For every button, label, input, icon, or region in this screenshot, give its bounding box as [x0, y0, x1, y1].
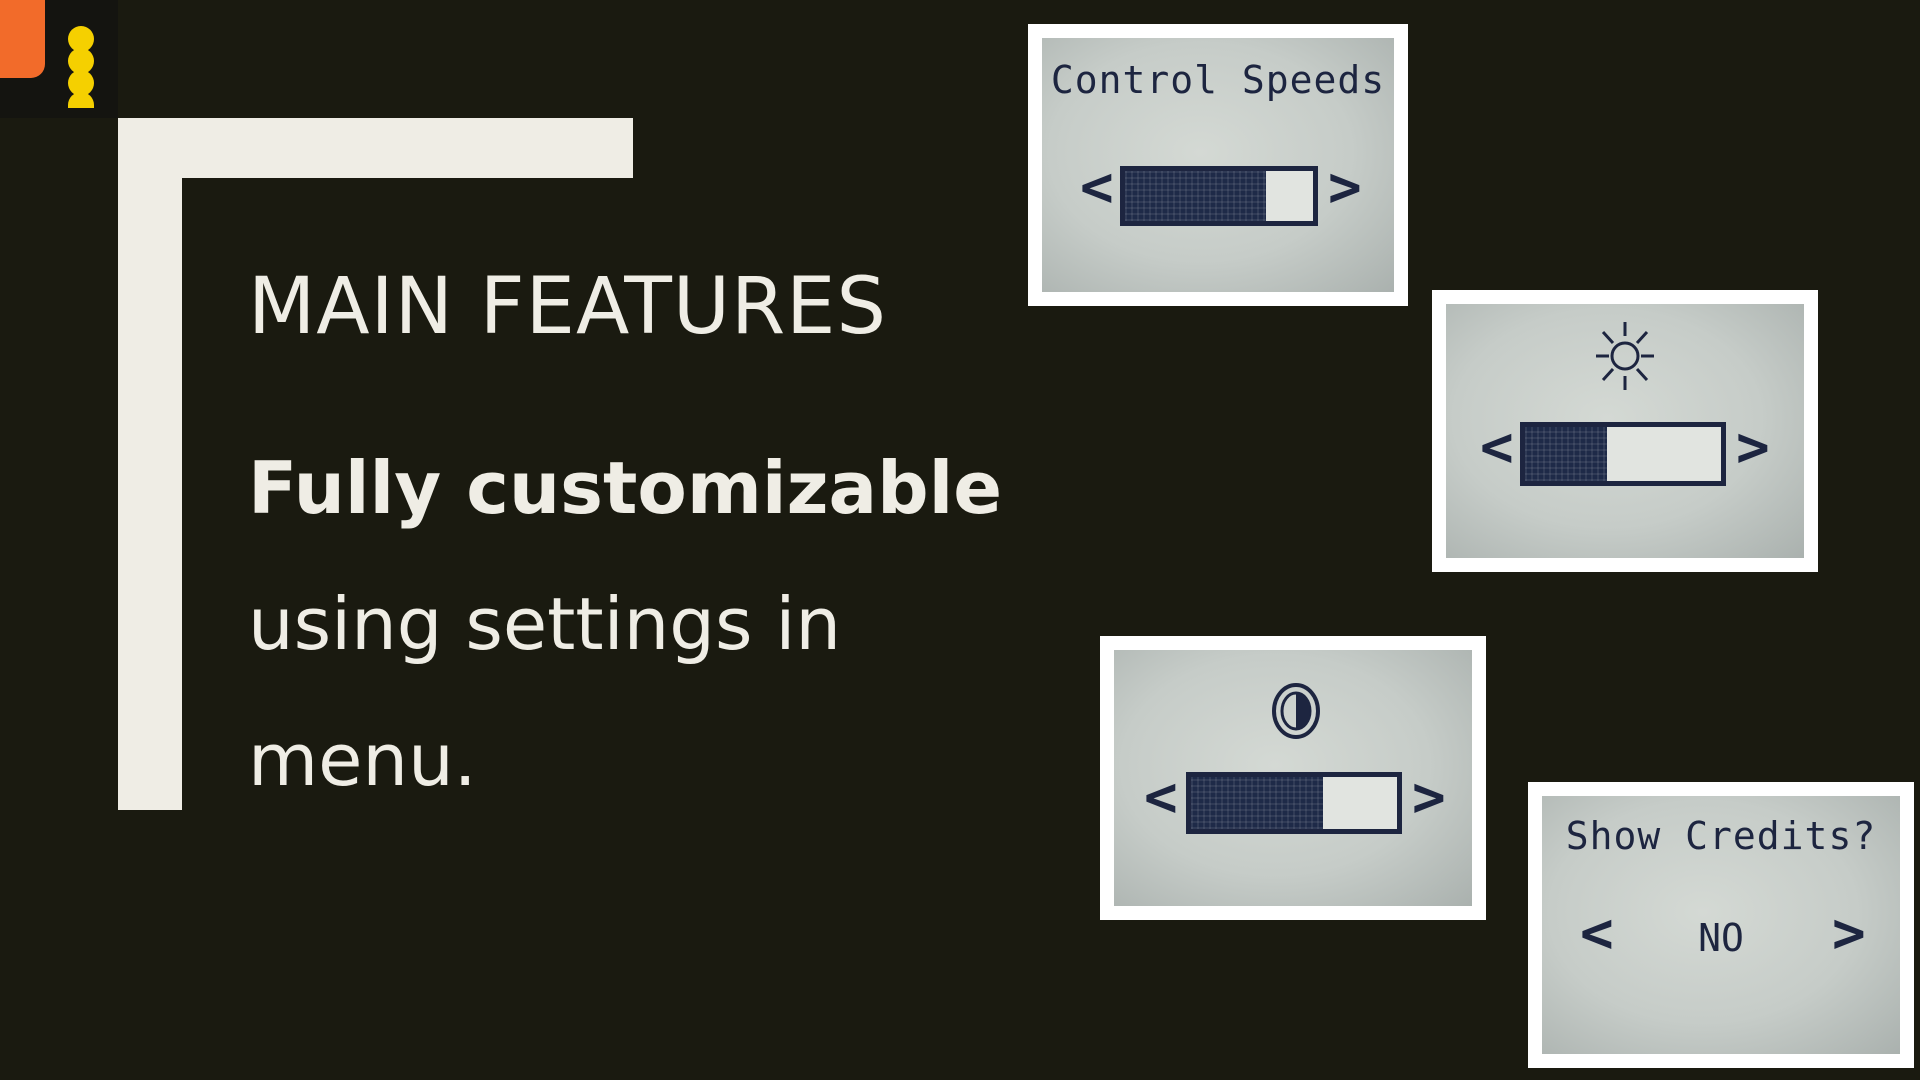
- sun-icon: [1596, 322, 1654, 390]
- logo: [0, 0, 118, 118]
- frame-top-bar: [118, 118, 633, 178]
- right-arrow-icon: >: [1328, 155, 1362, 220]
- body-line-2: menu.: [248, 718, 477, 802]
- slide-title: MAIN FEATURES: [248, 262, 887, 352]
- photo-control-speeds: Control Speeds < >: [1028, 24, 1408, 306]
- lcd-title: Control Speeds: [1050, 58, 1386, 102]
- left-arrow-icon: <: [1480, 415, 1514, 480]
- left-arrow-icon: <: [1080, 155, 1114, 220]
- photo-brightness: < >: [1432, 290, 1818, 572]
- left-arrow-icon: <: [1144, 765, 1178, 830]
- right-arrow-icon: >: [1736, 415, 1770, 480]
- photo-contrast: < >: [1100, 636, 1486, 920]
- frame-left-bar: [118, 118, 182, 810]
- level-bar: [1120, 166, 1318, 226]
- slide-body: Fully customizable using settings in men…: [248, 420, 1088, 828]
- right-arrow-icon: >: [1832, 901, 1866, 966]
- logo-dots: [68, 26, 94, 118]
- lcd-screen: Control Speeds < >: [1042, 38, 1394, 292]
- level-bar-fill: [1525, 427, 1608, 481]
- level-bar: [1186, 772, 1402, 834]
- body-strong-text: Fully customizable: [248, 446, 1003, 530]
- body-line-1: using settings in: [248, 582, 842, 666]
- contrast-icon: [1272, 683, 1320, 739]
- logo-orange-shape: [0, 0, 45, 78]
- lcd-screen: < >: [1114, 650, 1472, 906]
- level-bar-fill: [1191, 777, 1323, 829]
- photo-show-credits: Show Credits? < NO >: [1528, 782, 1914, 1068]
- right-arrow-icon: >: [1412, 765, 1446, 830]
- lcd-screen: Show Credits? < NO >: [1542, 796, 1900, 1054]
- lcd-title: Show Credits?: [1565, 814, 1877, 858]
- lcd-screen: < >: [1446, 304, 1804, 558]
- level-bar: [1520, 422, 1726, 486]
- logo-dot: [68, 92, 94, 108]
- level-bar-fill: [1125, 171, 1266, 221]
